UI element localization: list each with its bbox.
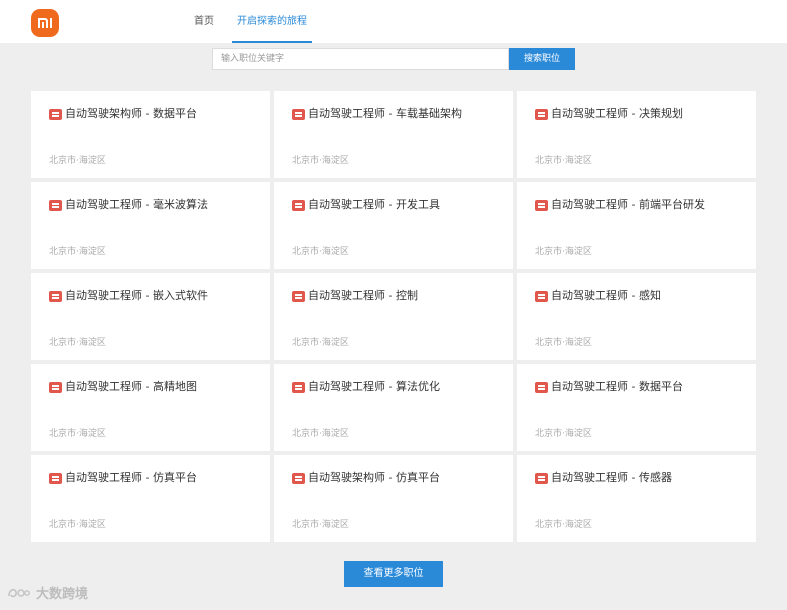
job-title-row: 自动驾驶工程师 - 开发工具 <box>292 198 495 213</box>
job-location: 北京市·海淀区 <box>292 338 349 348</box>
job-card[interactable]: 自动驾驶工程师 - 仿真平台 北京市·海淀区 <box>31 455 270 542</box>
job-card[interactable]: 自动驾驶工程师 - 前端平台研发 北京市·海淀区 <box>517 182 756 269</box>
job-document-icon <box>292 473 305 484</box>
job-document-icon <box>292 109 305 120</box>
job-title-row: 自动驾驶工程师 - 高精地图 <box>49 380 252 395</box>
job-title-row: 自动驾驶工程师 - 传感器 <box>535 471 738 486</box>
job-title-row: 自动驾驶工程师 - 车载基础架构 <box>292 107 495 122</box>
job-title: 自动驾驶工程师 - 算法优化 <box>308 380 440 393</box>
job-title: 自动驾驶工程师 - 数据平台 <box>551 380 683 393</box>
job-title-row: 自动驾驶工程师 - 控制 <box>292 289 495 304</box>
job-title: 自动驾驶工程师 - 车载基础架构 <box>308 107 462 120</box>
watermark-text: 大数跨境 <box>36 587 89 602</box>
job-title-row: 自动驾驶工程师 - 嵌入式软件 <box>49 289 252 304</box>
job-card[interactable]: 自动驾驶架构师 - 数据平台 北京市·海淀区 <box>31 91 270 178</box>
watermark-logo-icon <box>8 588 30 597</box>
job-location: 北京市·海淀区 <box>535 429 592 439</box>
job-title-row: 自动驾驶工程师 - 算法优化 <box>292 380 495 395</box>
job-card[interactable]: 自动驾驶工程师 - 数据平台 北京市·海淀区 <box>517 364 756 451</box>
job-title: 自动驾驶工程师 - 嵌入式软件 <box>65 289 208 302</box>
job-title: 自动驾驶架构师 - 仿真平台 <box>308 471 440 484</box>
job-title-row: 自动驾驶工程师 - 数据平台 <box>535 380 738 395</box>
job-card[interactable]: 自动驾驶工程师 - 传感器 北京市·海淀区 <box>517 455 756 542</box>
job-title: 自动驾驶工程师 - 高精地图 <box>65 380 197 393</box>
job-card[interactable]: 自动驾驶工程师 - 毫米波算法 北京市·海淀区 <box>31 182 270 269</box>
job-title-row: 自动驾驶工程师 - 感知 <box>535 289 738 304</box>
job-document-icon <box>49 200 62 211</box>
job-title: 自动驾驶架构师 - 数据平台 <box>65 107 197 120</box>
job-location: 北京市·海淀区 <box>535 338 592 348</box>
job-title-row: 自动驾驶工程师 - 毫米波算法 <box>49 198 252 213</box>
job-location: 北京市·海淀区 <box>49 338 106 348</box>
job-card[interactable]: 自动驾驶工程师 - 算法优化 北京市·海淀区 <box>274 364 513 451</box>
search-jobs-button[interactable]: 搜索职位 <box>509 48 575 70</box>
job-document-icon <box>49 291 62 302</box>
job-title: 自动驾驶工程师 - 开发工具 <box>308 198 440 211</box>
job-card[interactable]: 自动驾驶工程师 - 车载基础架构 北京市·海淀区 <box>274 91 513 178</box>
job-title-row: 自动驾驶工程师 - 前端平台研发 <box>535 198 738 213</box>
job-location: 北京市·海淀区 <box>49 156 106 166</box>
job-document-icon <box>49 382 62 393</box>
job-title-row: 自动驾驶架构师 - 仿真平台 <box>292 471 495 486</box>
job-title-row: 自动驾驶工程师 - 仿真平台 <box>49 471 252 486</box>
job-card[interactable]: 自动驾驶工程师 - 高精地图 北京市·海淀区 <box>31 364 270 451</box>
job-title: 自动驾驶工程师 - 前端平台研发 <box>551 198 705 211</box>
job-card[interactable]: 自动驾驶架构师 - 仿真平台 北京市·海淀区 <box>274 455 513 542</box>
job-location: 北京市·海淀区 <box>292 156 349 166</box>
job-location: 北京市·海淀区 <box>535 156 592 166</box>
job-document-icon <box>49 473 62 484</box>
job-document-icon <box>292 291 305 302</box>
job-document-icon <box>535 473 548 484</box>
job-title: 自动驾驶工程师 - 感知 <box>551 289 661 302</box>
job-location: 北京市·海淀区 <box>49 429 106 439</box>
job-card[interactable]: 自动驾驶工程师 - 感知 北京市·海淀区 <box>517 273 756 360</box>
top-header: 首页 开启探索的旅程 <box>0 0 787 43</box>
job-location: 北京市·海淀区 <box>292 247 349 257</box>
job-card[interactable]: 自动驾驶工程师 - 控制 北京市·海淀区 <box>274 273 513 360</box>
nav-tab-home[interactable]: 首页 <box>186 0 222 43</box>
logo-mi-glyph <box>38 18 52 28</box>
job-document-icon <box>292 200 305 211</box>
job-location: 北京市·海淀区 <box>49 247 106 257</box>
job-card[interactable]: 自动驾驶工程师 - 决策规划 北京市·海淀区 <box>517 91 756 178</box>
xiaomi-logo[interactable] <box>31 9 59 37</box>
job-location: 北京市·海淀区 <box>535 520 592 530</box>
job-title: 自动驾驶工程师 - 决策规划 <box>551 107 683 120</box>
job-document-icon <box>49 109 62 120</box>
job-document-icon <box>292 382 305 393</box>
job-document-icon <box>535 382 548 393</box>
view-more-jobs-button[interactable]: 查看更多职位 <box>344 561 443 587</box>
watermark: 大数跨境 <box>6 583 88 602</box>
job-list: 自动驾驶架构师 - 数据平台 北京市·海淀区 自动驾驶工程师 - 车载基础架构 … <box>31 91 758 542</box>
job-title-row: 自动驾驶架构师 - 数据平台 <box>49 107 252 122</box>
job-title: 自动驾驶工程师 - 仿真平台 <box>65 471 197 484</box>
job-location: 北京市·海淀区 <box>49 520 106 530</box>
job-card[interactable]: 自动驾驶工程师 - 开发工具 北京市·海淀区 <box>274 182 513 269</box>
job-title: 自动驾驶工程师 - 传感器 <box>551 471 672 484</box>
job-location: 北京市·海淀区 <box>535 247 592 257</box>
job-location: 北京市·海淀区 <box>292 520 349 530</box>
job-document-icon <box>535 200 548 211</box>
job-document-icon <box>535 109 548 120</box>
nav-tab-explore-journey[interactable]: 开启探索的旅程 <box>232 0 312 43</box>
job-document-icon <box>535 291 548 302</box>
job-search-input[interactable] <box>212 48 509 70</box>
job-card[interactable]: 自动驾驶工程师 - 嵌入式软件 北京市·海淀区 <box>31 273 270 360</box>
job-title: 自动驾驶工程师 - 毫米波算法 <box>65 198 208 211</box>
job-location: 北京市·海淀区 <box>292 429 349 439</box>
job-title-row: 自动驾驶工程师 - 决策规划 <box>535 107 738 122</box>
job-title: 自动驾驶工程师 - 控制 <box>308 289 418 302</box>
